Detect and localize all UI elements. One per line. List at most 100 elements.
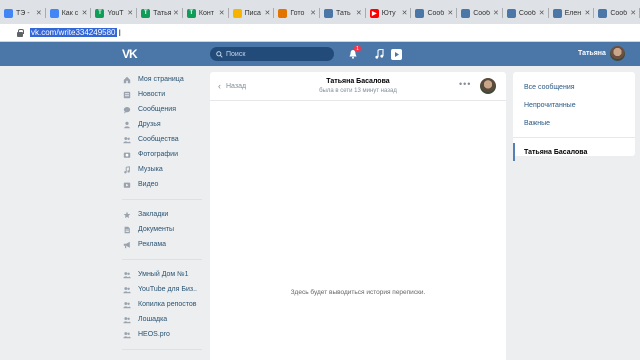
nav-divider	[122, 349, 202, 350]
divider	[513, 137, 635, 138]
news-icon	[122, 90, 131, 99]
close-icon[interactable]: ✕	[173, 9, 179, 17]
url-text[interactable]: vk.com/write334249580	[30, 28, 117, 37]
sidebar-item[interactable]: HEOS.pro	[120, 327, 210, 342]
sidebar-item[interactable]: Сообщества	[120, 132, 210, 147]
sidebar-item[interactable]: Реклама	[120, 237, 210, 252]
search-input[interactable]	[226, 50, 326, 58]
sidebar-item[interactable]: Друзья	[120, 117, 210, 132]
close-icon[interactable]: ✕	[402, 9, 408, 17]
filter-important[interactable]: Важные	[513, 114, 635, 132]
tab-title: Татья	[153, 9, 171, 17]
close-icon[interactable]: ✕	[310, 9, 316, 17]
chat-panel: ‹ Назад Татьяна Басалова была в сети 13 …	[210, 72, 506, 360]
browser-tab[interactable]: ▶ Юту ✕	[366, 2, 412, 24]
browser-tab[interactable]: Писа ✕	[229, 2, 275, 24]
browser-tab[interactable]: Сооб ✕	[594, 2, 640, 24]
tab-favicon-icon	[49, 8, 59, 18]
browser-tab-strip: ТЭ - ✕ Как с ✕ T YouT ✕ T Татья ✕ T Конт ✕ Писа ✕ Гото ✕…	[0, 0, 640, 24]
tab-title: Елен	[564, 9, 582, 17]
messages-icon	[122, 105, 131, 114]
sidebar-item-label: Видео	[138, 181, 159, 188]
browser-tab[interactable]: T YouT ✕	[91, 2, 137, 24]
search-icon	[216, 50, 223, 58]
sidebar-item[interactable]: Музыка	[120, 162, 210, 177]
messages-filter-panel: Все сообщения Непрочитанные Важные Татья…	[513, 72, 635, 161]
sidebar-item-label: Фотографии	[138, 151, 179, 158]
sidebar-item[interactable]: Копилка репостов	[120, 297, 210, 312]
filter-active-conversation[interactable]: Татьяна Басалова	[513, 143, 635, 161]
sidebar-item[interactable]: Моя страница	[120, 72, 210, 87]
close-icon[interactable]: ✕	[82, 9, 88, 17]
sidebar-item[interactable]: Новости	[120, 87, 210, 102]
empty-history-text: Здесь будет выводиться история переписки…	[290, 289, 426, 296]
sidebar-item-label: Друзья	[138, 121, 161, 128]
tab-favicon-icon	[461, 8, 471, 18]
tab-title: ТЭ -	[16, 9, 30, 17]
sidebar-item[interactable]: Закладки	[120, 207, 210, 222]
sidebar-item-label: HEOS.pro	[138, 331, 170, 338]
search-box[interactable]	[210, 47, 334, 61]
tab-favicon-icon: T	[186, 8, 196, 18]
close-icon[interactable]: ✕	[584, 9, 590, 17]
photos-icon	[122, 150, 131, 159]
group-icon	[122, 300, 131, 309]
tab-title: Сооб	[610, 9, 628, 17]
address-bar[interactable]: vk.com/write334249580 I	[0, 24, 640, 42]
peer-avatar[interactable]	[480, 78, 496, 94]
browser-tab[interactable]: Тать ✕	[320, 2, 366, 24]
music-note-icon[interactable]	[372, 47, 386, 61]
close-icon[interactable]: ✕	[630, 9, 636, 17]
browser-tab[interactable]: Елен ✕	[549, 2, 595, 24]
header-avatar[interactable]	[610, 46, 625, 61]
close-icon[interactable]: ✕	[356, 9, 362, 17]
more-options-icon[interactable]: •••	[459, 79, 471, 89]
browser-tab[interactable]: Гото ✕	[274, 2, 320, 24]
video-icon	[122, 180, 131, 189]
close-icon[interactable]: ✕	[264, 9, 270, 17]
group-icon	[122, 330, 131, 339]
close-icon[interactable]: ✕	[219, 9, 225, 17]
browser-tab[interactable]: Сооб ✕	[503, 2, 549, 24]
sidebar-item[interactable]: YouTube для Биз..	[120, 282, 210, 297]
tab-title: Сооб	[473, 9, 491, 17]
sidebar-item-label: Лошадка	[138, 316, 168, 323]
close-icon[interactable]: ✕	[127, 9, 133, 17]
vk-logo[interactable]: VK	[122, 47, 138, 61]
sidebar-item[interactable]: Фотографии	[120, 147, 210, 162]
close-icon[interactable]: ✕	[539, 9, 545, 17]
group-icon	[122, 270, 131, 279]
browser-tab[interactable]: Сооб ✕	[457, 2, 503, 24]
sidebar-item[interactable]: Лошадка	[120, 312, 210, 327]
tab-favicon-icon	[324, 8, 334, 18]
header-user-name[interactable]: Татьяна	[578, 50, 606, 57]
browser-tab[interactable]: Как с ✕	[46, 2, 92, 24]
tab-title: Как с	[61, 9, 79, 17]
browser-tab[interactable]: T Татья ✕	[137, 2, 183, 24]
sidebar-item-label: Музыка	[138, 166, 163, 173]
close-icon[interactable]: ✕	[36, 9, 42, 17]
sidebar-item[interactable]: Умный Дом №1	[120, 267, 210, 282]
sidebar-item[interactable]: Сообщения	[120, 102, 210, 117]
sidebar-item[interactable]: Документы	[120, 222, 210, 237]
lock-icon	[16, 28, 24, 37]
browser-tab[interactable]: T Конт ✕	[183, 2, 229, 24]
filter-unread[interactable]: Непрочитанные	[513, 96, 635, 114]
music-icon	[122, 165, 131, 174]
tab-favicon-icon	[278, 8, 288, 18]
document-icon	[122, 225, 131, 234]
sidebar-item-label: Реклама	[138, 241, 167, 248]
nav-divider	[122, 199, 202, 200]
sidebar-item[interactable]: Видео	[120, 177, 210, 192]
group-icon	[122, 315, 131, 324]
close-icon[interactable]: ✕	[493, 9, 499, 17]
filter-all-messages[interactable]: Все сообщения	[513, 78, 635, 96]
browser-tab[interactable]: Сооб ✕	[411, 2, 457, 24]
left-sidebar: Моя страница Новости Сообщения Друзья Сообще…	[120, 72, 210, 360]
vk-header: VK 1 Татьяна	[0, 42, 640, 66]
play-button-icon[interactable]	[389, 47, 403, 61]
close-icon[interactable]: ✕	[447, 9, 453, 17]
tab-title: Юту	[381, 9, 396, 17]
browser-tab[interactable]: ТЭ - ✕	[0, 2, 46, 24]
tab-favicon-icon	[598, 8, 608, 18]
